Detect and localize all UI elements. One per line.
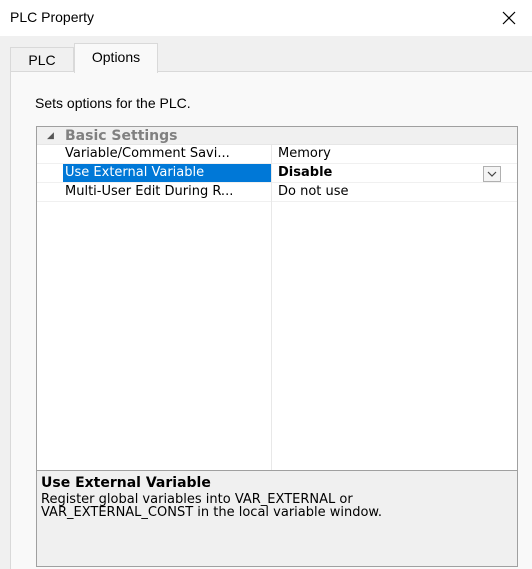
tab-options[interactable]: Options [74, 43, 158, 73]
help-line: VAR_EXTERNAL_CONST in the local variable… [41, 505, 382, 520]
title-bar: PLC Property [0, 0, 532, 36]
category-label: Basic Settings [65, 128, 178, 144]
property-name: Use External Variable [63, 164, 271, 182]
window-title: PLC Property [10, 9, 95, 25]
property-name: Variable/Comment Savi... [65, 146, 230, 161]
property-value-dropdown[interactable]: Disable [272, 164, 516, 182]
help-panel: Use External Variable Register global va… [37, 470, 517, 566]
tab-label: Options [91, 49, 141, 65]
column-divider[interactable] [271, 145, 272, 470]
panel-description: Sets options for the PLC. [35, 95, 191, 111]
tab-strip: PLC Options [0, 36, 532, 73]
property-name: Multi-User Edit During R... [65, 184, 234, 199]
property-row-variable-comment[interactable]: Variable/Comment Savi... Memory [37, 145, 517, 164]
help-title: Use External Variable [41, 475, 211, 491]
tab-label: PLC [28, 52, 56, 68]
triangle-expand-icon[interactable]: ◢ [47, 131, 54, 141]
category-row-basic-settings[interactable]: ◢ Basic Settings [37, 127, 517, 145]
close-icon[interactable] [494, 6, 524, 30]
help-description: Register global variables into VAR_EXTER… [41, 493, 511, 519]
property-row-multi-user-edit[interactable]: Multi-User Edit During R... Do not use [37, 183, 517, 202]
property-value: Memory [278, 146, 331, 161]
property-value: Do not use [278, 184, 349, 199]
property-row-use-external-variable[interactable]: Use External Variable Disable [37, 164, 517, 183]
chevron-down-icon[interactable] [483, 166, 501, 182]
property-grid[interactable]: ◢ Basic Settings Variable/Comment Savi..… [36, 126, 518, 567]
tab-plc[interactable]: PLC [10, 47, 74, 72]
